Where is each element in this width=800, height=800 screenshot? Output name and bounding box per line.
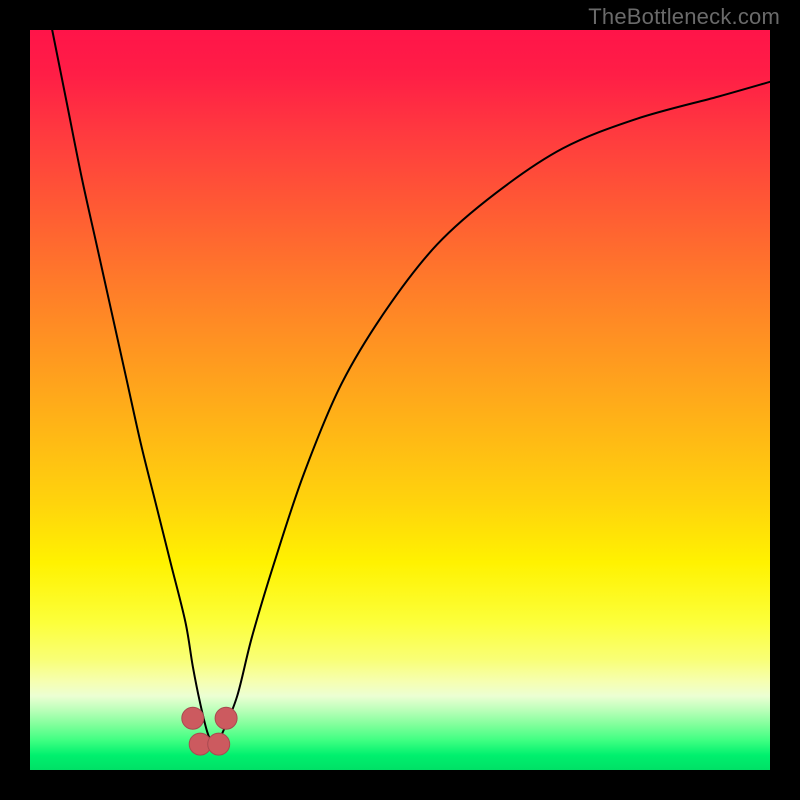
bottleneck-marker-3 <box>215 707 237 729</box>
bottleneck-marker-0 <box>182 707 204 729</box>
bottleneck-markers <box>182 707 237 755</box>
chart-svg <box>0 0 800 800</box>
curve-path <box>52 30 770 748</box>
bottleneck-curve <box>52 30 770 748</box>
bottleneck-marker-2 <box>208 733 230 755</box>
outer-frame: TheBottleneck.com <box>0 0 800 800</box>
